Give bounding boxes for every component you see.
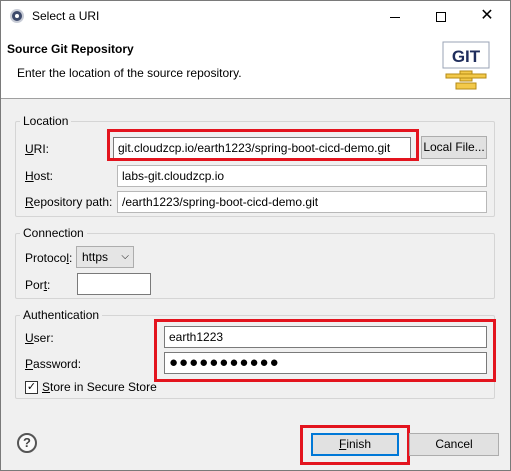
repository-path-input[interactable]: /earth1223/spring-boot-cicd-demo.git bbox=[117, 191, 487, 213]
protocol-label: Protocol: bbox=[25, 251, 73, 265]
port-input[interactable] bbox=[77, 273, 151, 295]
store-secure-label: Store in Secure Store bbox=[42, 380, 157, 394]
title-bar: Select a URI ✕ bbox=[1, 1, 510, 31]
minimize-button[interactable] bbox=[372, 1, 418, 31]
wizard-header: Source Git Repository Enter the location… bbox=[1, 31, 510, 99]
authentication-legend: Authentication bbox=[20, 308, 103, 322]
git-logo-text: GIT bbox=[452, 47, 481, 66]
local-file-button[interactable]: Local File... bbox=[421, 136, 487, 159]
close-icon: ✕ bbox=[480, 7, 494, 24]
maximize-icon bbox=[436, 12, 446, 23]
finish-highlight bbox=[300, 425, 410, 465]
host-label: Host: bbox=[25, 169, 54, 183]
connection-legend: Connection bbox=[20, 226, 87, 240]
help-icon[interactable]: ? bbox=[17, 433, 37, 453]
select-uri-dialog: Select a URI ✕ Source Git Repository Ent… bbox=[0, 0, 511, 471]
protocol-select[interactable]: https ⌵ bbox=[76, 246, 134, 268]
host-value: labs-git.cloudzcp.io bbox=[122, 169, 225, 183]
protocol-value: https bbox=[82, 250, 109, 264]
location-legend: Location bbox=[20, 114, 72, 128]
credentials-highlight bbox=[154, 319, 496, 382]
chevron-down-icon: ⌵ bbox=[121, 251, 129, 262]
git-logo-icon: GIT bbox=[442, 41, 490, 90]
uri-highlight bbox=[107, 129, 419, 161]
port-label: Port: bbox=[25, 278, 51, 292]
store-secure-checkbox[interactable]: ✓ bbox=[25, 381, 38, 394]
user-label: User: bbox=[25, 331, 54, 345]
page-title: Source Git Repository bbox=[7, 42, 134, 56]
maximize-button[interactable] bbox=[418, 1, 464, 31]
minimize-icon bbox=[390, 16, 400, 18]
cancel-button[interactable]: Cancel bbox=[409, 433, 499, 456]
close-button[interactable]: ✕ bbox=[464, 1, 510, 31]
page-description: Enter the location of the source reposit… bbox=[17, 66, 242, 80]
eclipse-icon bbox=[10, 9, 24, 23]
uri-label: URI: bbox=[25, 142, 50, 156]
window-title: Select a URI bbox=[32, 9, 100, 23]
repository-path-value: /earth1223/spring-boot-cicd-demo.git bbox=[122, 195, 319, 209]
password-label: Password: bbox=[25, 357, 82, 371]
repository-path-label: Repository path: bbox=[25, 195, 113, 209]
host-input[interactable]: labs-git.cloudzcp.io bbox=[117, 165, 487, 187]
